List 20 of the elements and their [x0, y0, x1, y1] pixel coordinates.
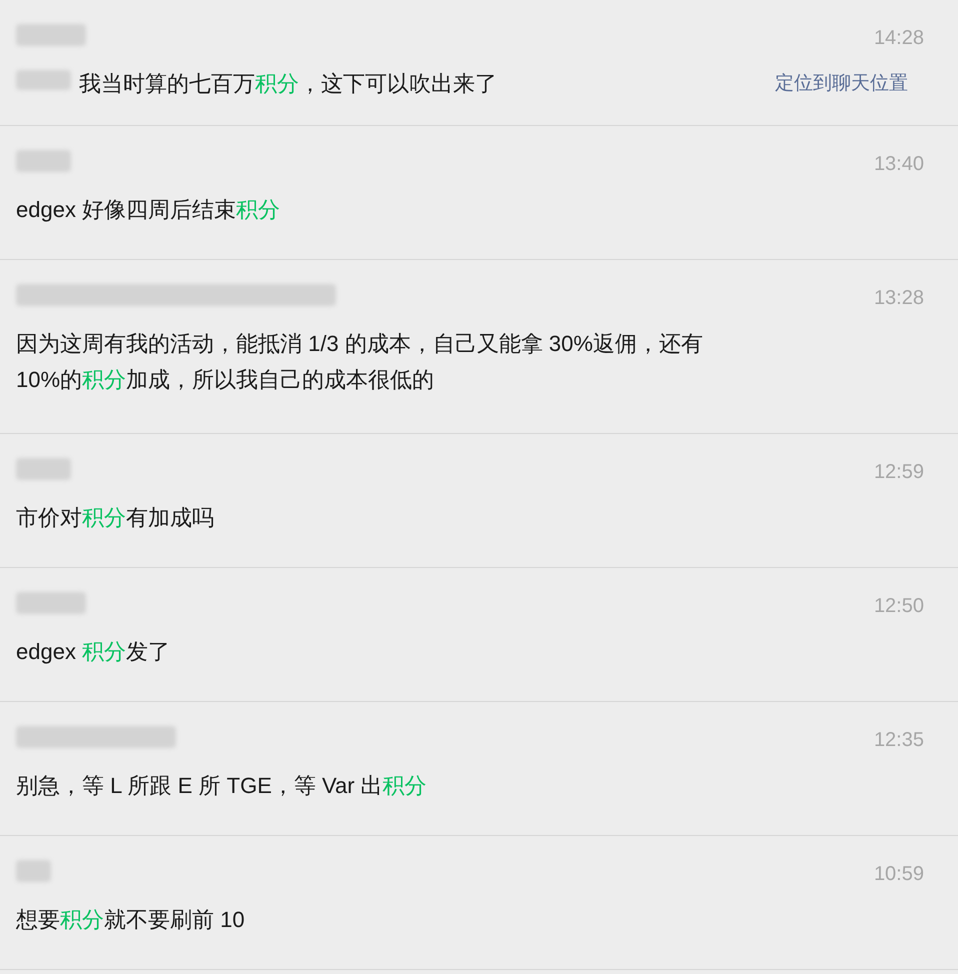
message-text: 别急，等 L 所跟 E 所 TGE，等 Var 出积分 — [16, 772, 427, 800]
message-time: 12:35 — [874, 730, 924, 750]
blurred-name — [16, 150, 71, 172]
locate-in-chat-link[interactable]: 定位到聊天位置 — [775, 70, 908, 98]
message-time: 12:59 — [874, 462, 924, 482]
blurred-name — [16, 24, 86, 46]
message-text: edgex 好像四周后结束积分 — [16, 196, 280, 224]
message-text: 因为这周有我的活动，能抵消 1/3 的成本，自己又能拿 30%返佣，还有 10%的积分加成，所以我自己的成本很低的 — [16, 330, 704, 394]
blurred-name — [16, 458, 71, 480]
message-time: 14:28 — [874, 28, 924, 48]
message-time: 12:50 — [874, 596, 924, 616]
message-time: 10:59 — [874, 864, 924, 884]
blurred-name — [16, 592, 86, 614]
blurred-name — [16, 860, 51, 882]
message-text: 我当时算的七百万积分，这下可以吹出来了 — [79, 70, 497, 98]
message-text: 市价对积分有加成吗 — [16, 504, 214, 532]
message-text: edgex 积分发了 — [16, 638, 170, 666]
message-time: 13:28 — [874, 288, 924, 308]
message-text: 想要积分就不要刷前 10 — [16, 906, 245, 934]
message-time: 13:40 — [874, 154, 924, 174]
